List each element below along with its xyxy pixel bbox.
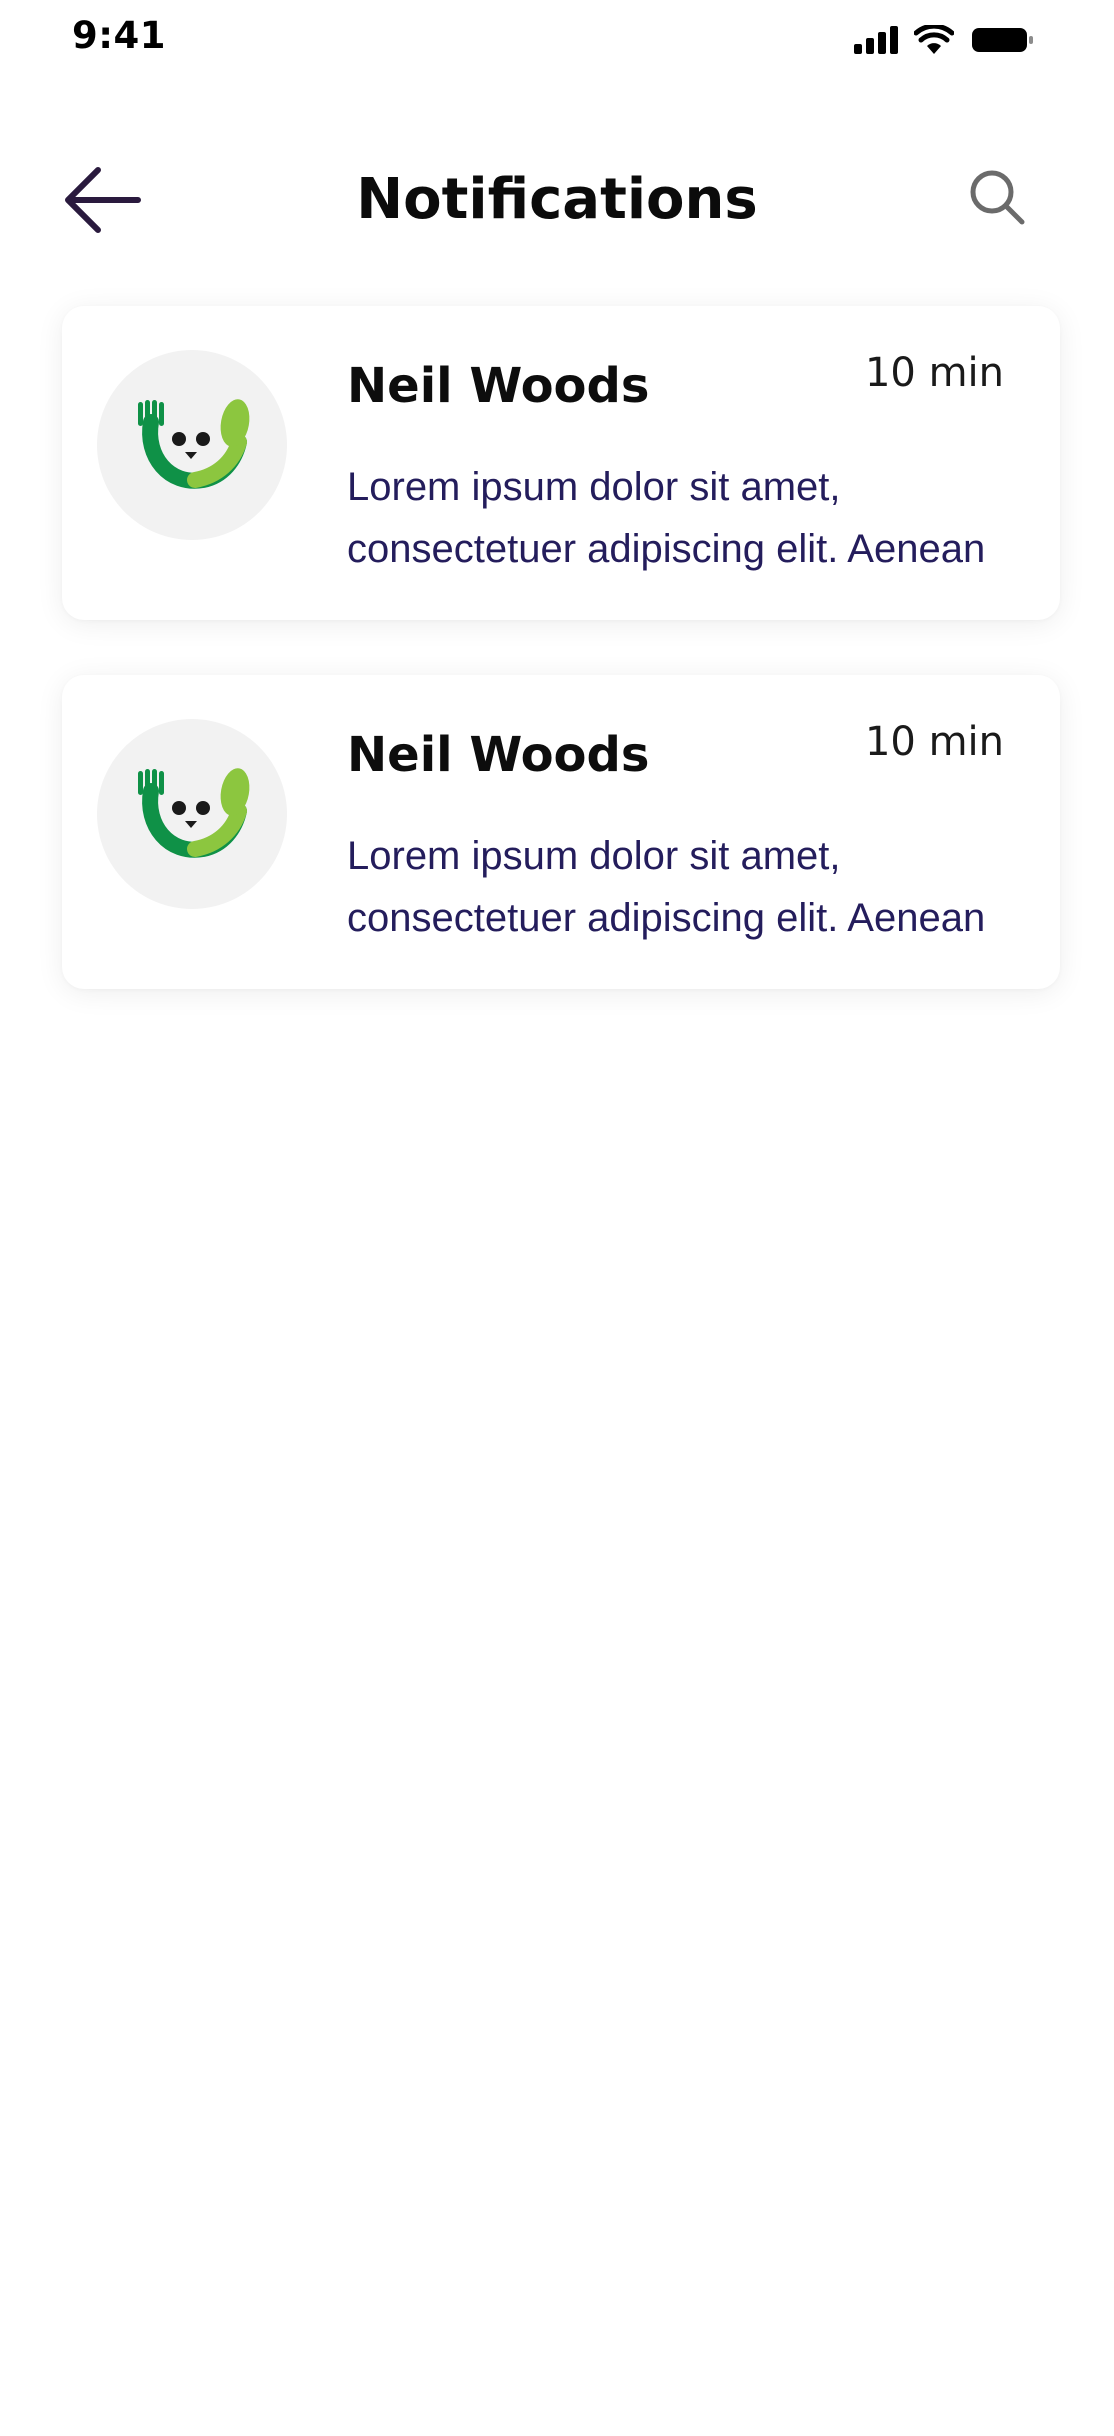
wifi-icon bbox=[914, 25, 954, 54]
signal-icon bbox=[854, 26, 898, 54]
notification-card[interactable]: Neil Woods 10 min Lorem ipsum dolor sit … bbox=[62, 306, 1060, 620]
fork-spoon-smiley-logo-icon bbox=[138, 768, 250, 858]
notification-card[interactable]: Neil Woods 10 min Lorem ipsum dolor sit … bbox=[62, 675, 1060, 989]
status-bar: 9:41 bbox=[0, 0, 1114, 80]
status-icons bbox=[854, 24, 1034, 56]
fork-spoon-smiley-logo-icon bbox=[138, 399, 250, 489]
notification-time: 10 min bbox=[864, 350, 1004, 396]
page-title: Notifications bbox=[356, 167, 758, 232]
status-time: 9:41 bbox=[72, 14, 167, 57]
battery-icon bbox=[972, 28, 1033, 52]
avatar bbox=[97, 719, 287, 909]
sender-name: Neil Woods bbox=[347, 358, 650, 414]
header: Notifications bbox=[0, 150, 1114, 250]
search-button[interactable] bbox=[966, 166, 1030, 230]
notification-time: 10 min bbox=[864, 719, 1004, 765]
sender-name: Neil Woods bbox=[347, 727, 650, 783]
notification-message: Lorem ipsum dolor sit amet, consectetuer… bbox=[347, 465, 986, 571]
notification-list: Neil Woods 10 min Lorem ipsum dolor sit … bbox=[62, 306, 1060, 1044]
notification-message: Lorem ipsum dolor sit amet, consectetuer… bbox=[347, 834, 986, 940]
search-icon bbox=[970, 170, 1025, 225]
avatar bbox=[97, 350, 287, 540]
